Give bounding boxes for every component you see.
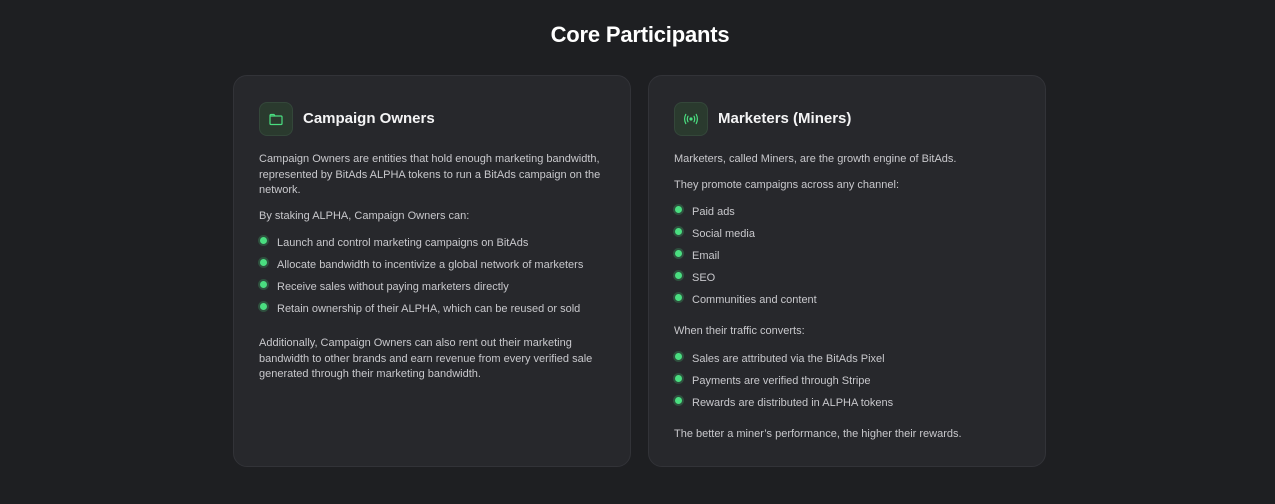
card-intro: Campaign Owners are entities that hold e… [259,153,601,196]
card-title: Marketers (Miners) [718,110,852,127]
card-lead: They promote campaigns across any channe… [674,178,900,191]
broadcast-icon [674,101,708,136]
card-outro: Additionally, Campaign Owners can also r… [259,337,593,380]
page: Core Participants Campaign Owners Campai… [0,0,1275,504]
bullet-dot-icon [675,228,682,235]
marketers-card: Marketers (Miners) Marketers, called Min… [648,75,1046,467]
benefits-list: Launch and control marketing campaigns o… [259,235,605,323]
bullet-dot-icon [260,259,267,266]
bullet-dot-icon [675,396,682,404]
bullet-dot-icon [260,281,267,288]
bullet-dot-icon [675,250,682,257]
bullet-dot-icon [260,303,267,310]
list-item: Allocate bandwidth to incentivize a glob… [259,257,605,279]
list-item: SEO [674,270,1020,292]
channels-list: Paid ads Social media Email SEO Communit… [674,204,1020,314]
card-title: Campaign Owners [303,110,435,127]
list-item: Communities and content [674,292,1020,314]
card-lead: By staking ALPHA, Campaign Owners can: [259,209,470,222]
card-header: Campaign Owners [259,101,605,136]
section-title: Core Participants [550,22,730,47]
card-lead-2: When their traffic converts: [674,325,805,337]
bullet-dot-icon [675,294,682,301]
list-item: Receive sales without paying marketers d… [259,279,605,301]
list-item: Email [674,248,1020,270]
list-item: Payments are verified through Stripe [674,373,1020,395]
list-item: Launch and control marketing campaigns o… [259,235,605,257]
conversion-list: Sales are attributed via the BitAds Pixe… [674,351,1020,417]
card-header: Marketers (Miners) [674,101,1020,136]
folder-icon [259,101,293,136]
list-item: Retain ownership of their ALPHA, which c… [259,301,605,323]
list-item: Paid ads [674,204,1020,226]
list-item: Rewards are distributed in ALPHA tokens [674,395,1020,417]
list-item: Social media [674,226,1020,248]
bullet-dot-icon [675,374,682,382]
bullet-dot-icon [260,237,267,244]
card-outro: The better a miner’s performance, the hi… [674,427,962,440]
bullet-dot-icon [675,206,682,213]
bullet-dot-icon [675,272,682,279]
list-item: Sales are attributed via the BitAds Pixe… [674,351,1020,373]
card-intro: Marketers, called Miners, are the growth… [674,153,957,165]
campaign-owners-card: Campaign Owners Campaign Owners are enti… [233,75,631,467]
bullet-dot-icon [675,352,682,360]
